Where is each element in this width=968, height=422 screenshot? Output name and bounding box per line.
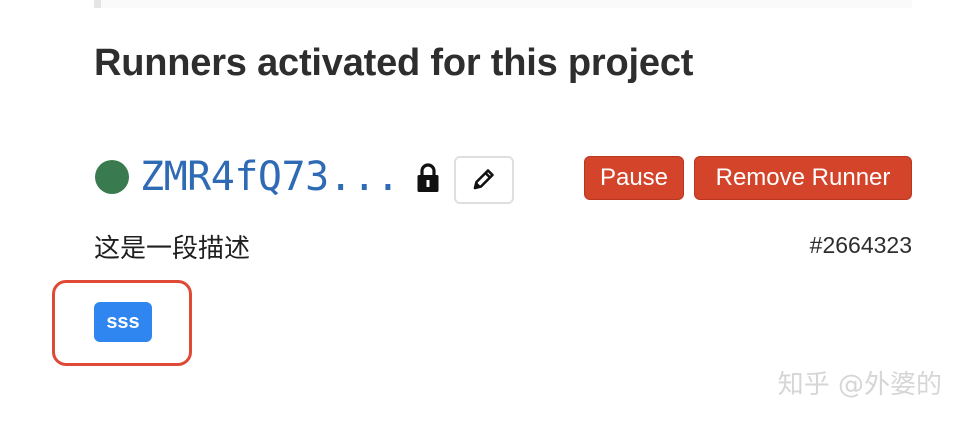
runner-status-dot [95, 160, 129, 194]
runner-token-link[interactable]: ZMR4fQ73... [140, 154, 400, 200]
runners-page: Runners activated for this project ZMR4f… [0, 0, 968, 422]
runner-tag-badge: sss [94, 302, 152, 342]
remove-runner-button[interactable]: Remove Runner [694, 156, 912, 200]
pencil-icon [470, 165, 498, 196]
lock-icon [416, 162, 440, 194]
watermark: 知乎 @外婆的 [777, 370, 942, 400]
previous-section-block [94, 0, 912, 8]
runner-id: #2664323 [809, 232, 912, 258]
edit-runner-button[interactable] [454, 156, 514, 204]
page-title: Runners activated for this project [94, 42, 694, 84]
pause-button[interactable]: Pause [584, 156, 684, 200]
runner-description: 这是一段描述 [94, 234, 251, 264]
runner-row: ZMR4fQ73... Pause Remove Runner [94, 154, 912, 204]
